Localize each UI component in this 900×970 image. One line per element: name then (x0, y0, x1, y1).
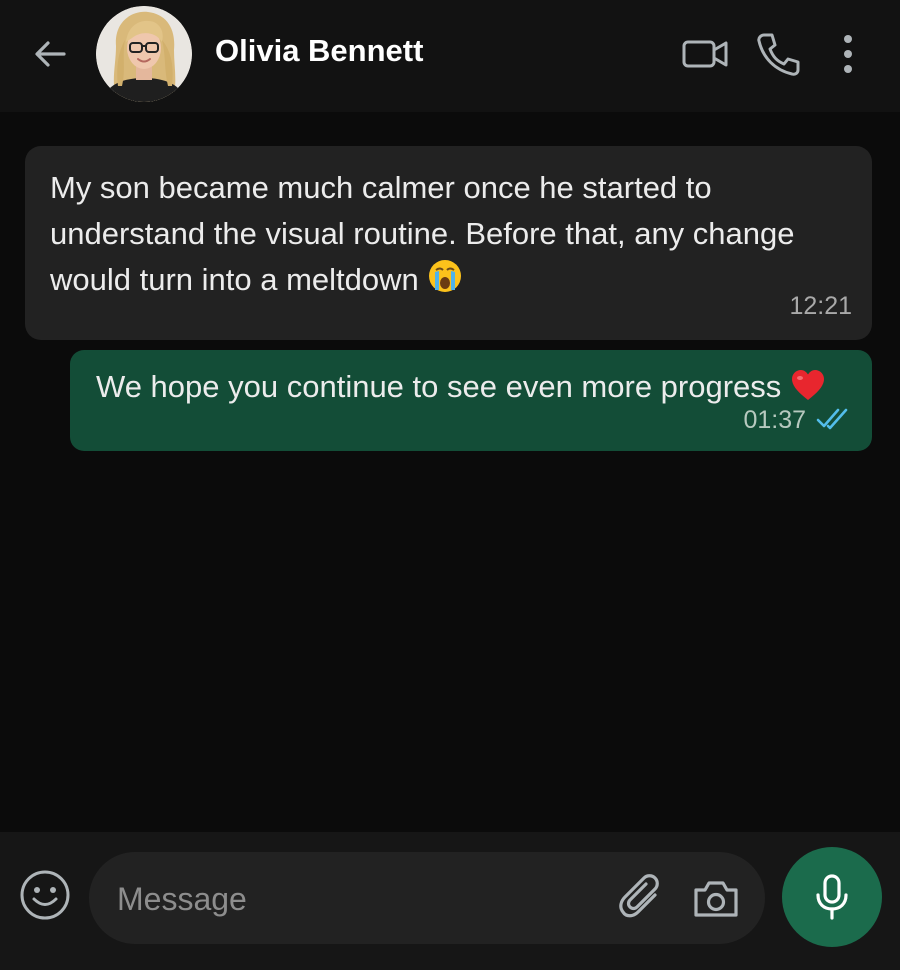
message-timestamp: 01:37 (743, 406, 806, 434)
message-text: My son became much calmer once he starte… (50, 165, 850, 307)
read-receipt-icon (816, 408, 848, 430)
emoji-button[interactable] (16, 866, 74, 924)
microphone-icon (816, 874, 848, 920)
message-input[interactable] (115, 876, 599, 922)
attach-button[interactable] (614, 872, 668, 926)
paperclip-icon (619, 874, 659, 918)
more-vertical-icon (844, 35, 852, 73)
voice-message-button[interactable] (782, 847, 882, 947)
incoming-message-bubble[interactable]: My son became much calmer once he starte… (25, 146, 872, 340)
red-heart-emoji (790, 369, 826, 411)
chat-screen: Olivia Bennett My son became much calmer… (0, 0, 900, 970)
camera-icon (694, 881, 738, 917)
phone-icon (757, 33, 800, 76)
voice-call-button[interactable] (750, 26, 806, 82)
avatar[interactable] (96, 6, 192, 102)
back-button[interactable] (24, 30, 76, 78)
more-options-button[interactable] (826, 26, 870, 82)
crying-face-emoji (427, 258, 463, 307)
video-call-button[interactable] (678, 28, 734, 80)
contact-name[interactable]: Olivia Bennett (215, 33, 423, 69)
camera-button[interactable] (688, 872, 744, 926)
outgoing-message-bubble[interactable]: We hope you continue to see even more pr… (70, 350, 872, 451)
message-text: We hope you continue to see even more pr… (96, 367, 826, 411)
video-camera-icon (682, 40, 728, 68)
back-arrow-icon (35, 41, 66, 67)
message-timestamp: 12:21 (789, 292, 852, 320)
emoji-icon (20, 870, 70, 920)
chat-header: Olivia Bennett (0, 0, 900, 112)
